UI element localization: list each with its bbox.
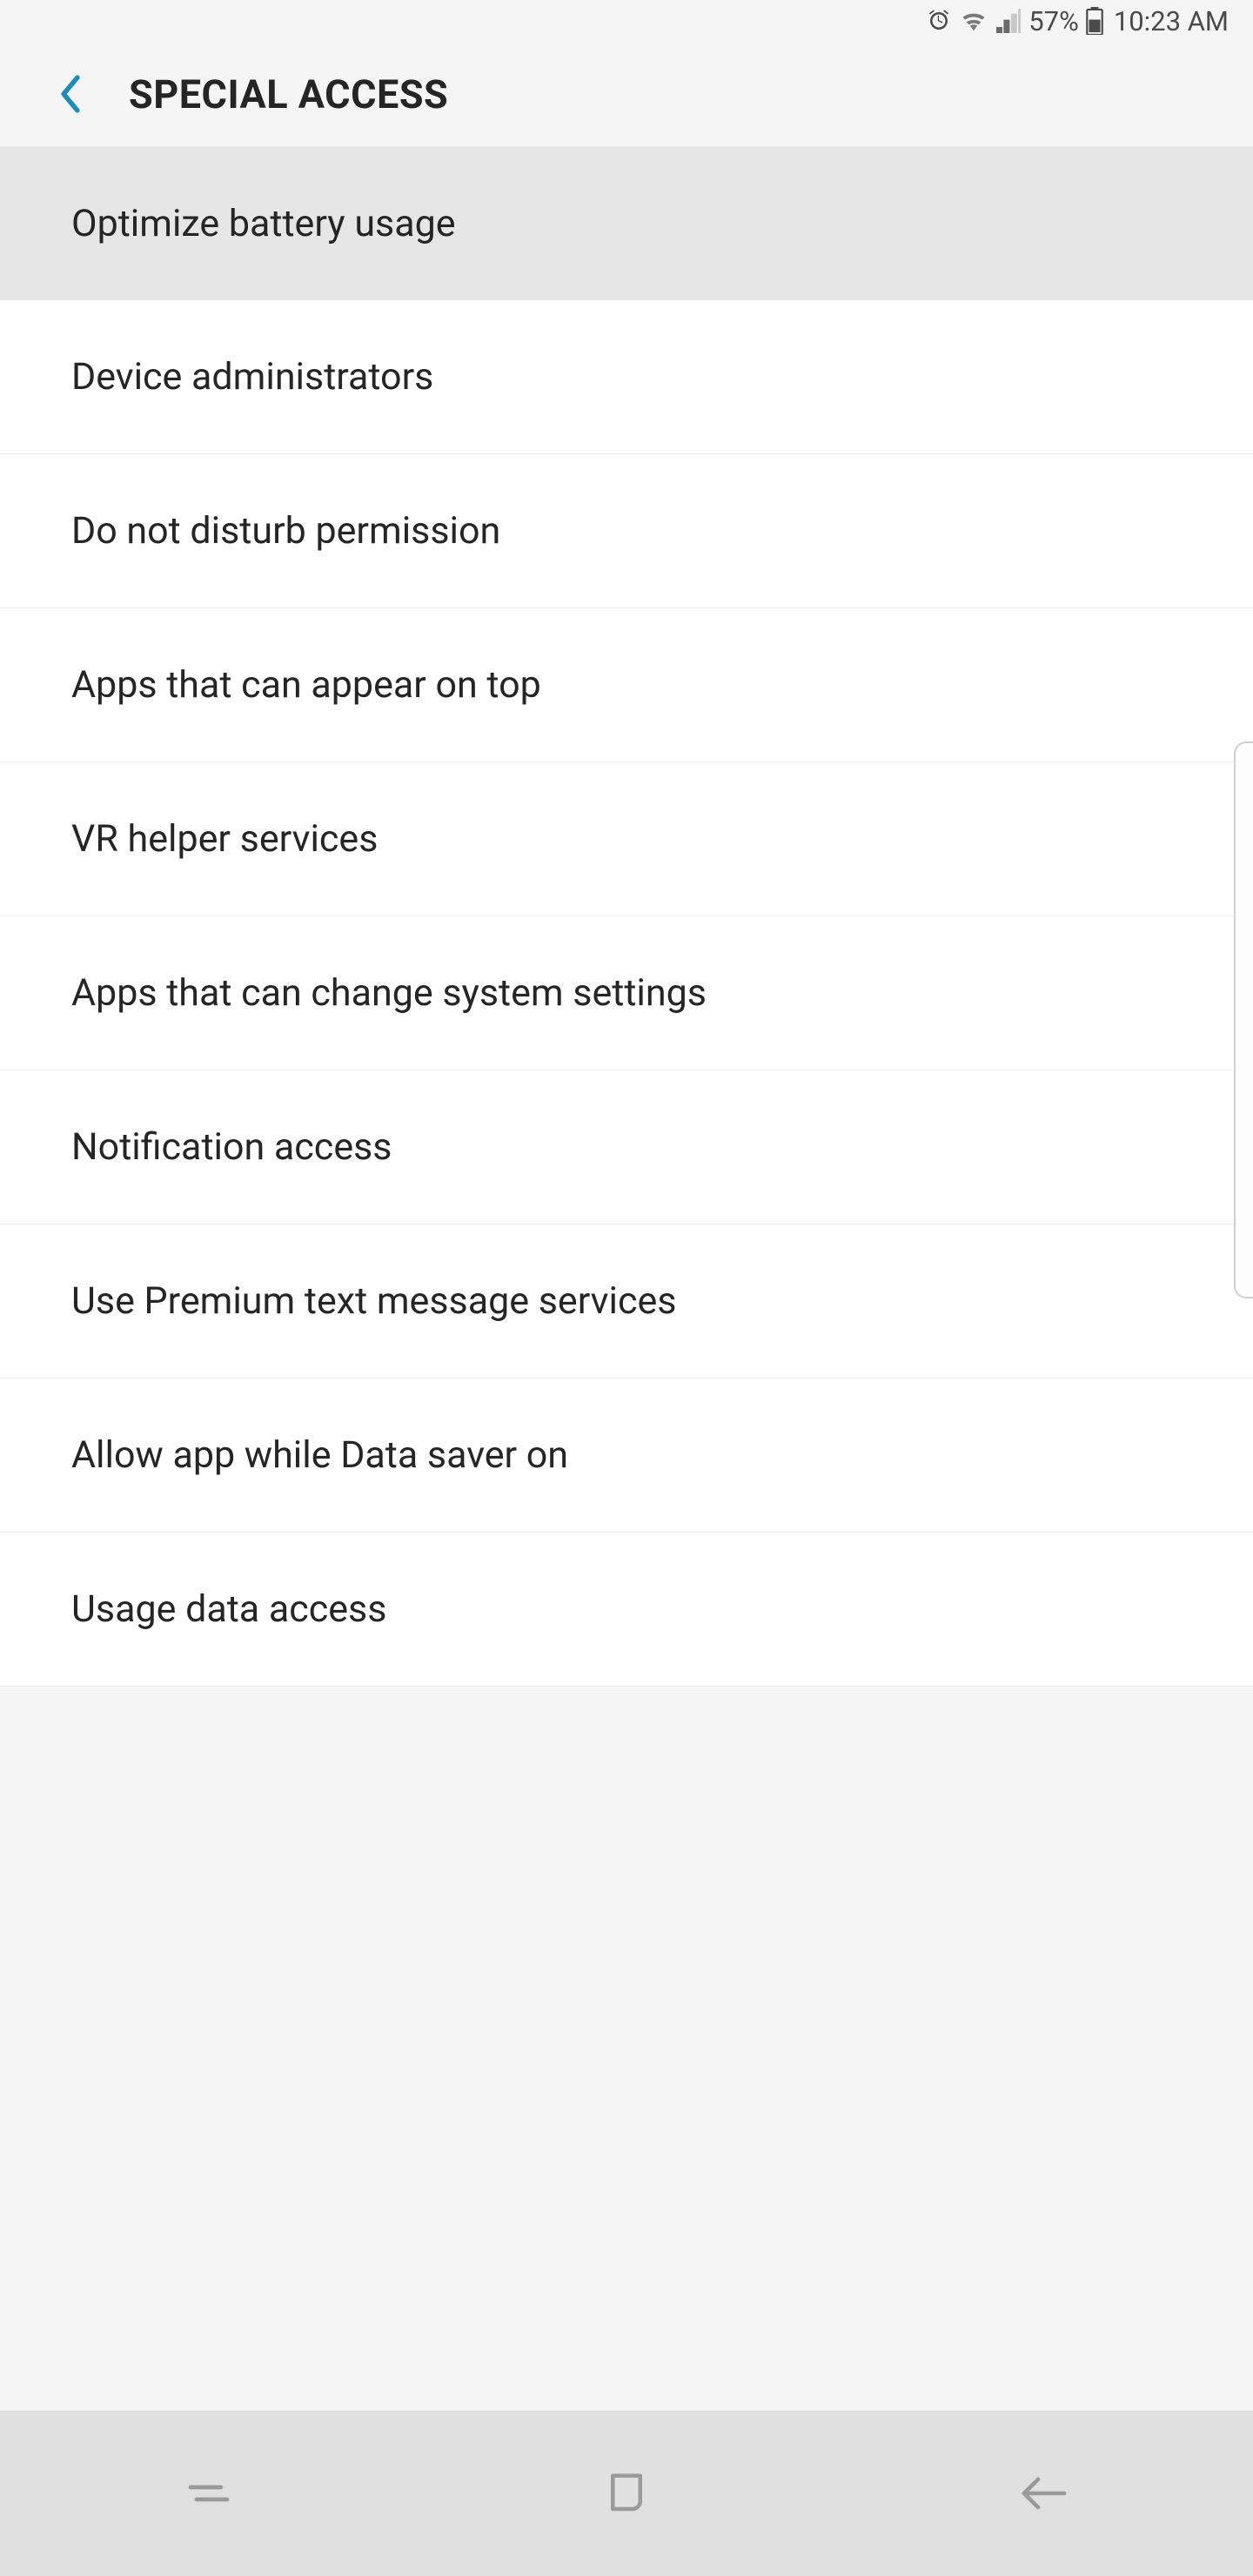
alarm-icon bbox=[926, 8, 952, 34]
list-item-label: VR helper services bbox=[71, 817, 378, 861]
item-notification-access[interactable]: Notification access bbox=[0, 1070, 1253, 1224]
item-usage-data-access[interactable]: Usage data access bbox=[0, 1533, 1253, 1687]
signal-icon bbox=[995, 9, 1022, 33]
app-header: SPECIAL ACCESS bbox=[0, 42, 1253, 146]
list-item-label: Notification access bbox=[71, 1125, 392, 1169]
list-item-label: Optimize battery usage bbox=[71, 202, 456, 245]
item-device-administrators[interactable]: Device administrators bbox=[0, 300, 1253, 454]
list-item-label: Allow app while Data saver on bbox=[71, 1433, 568, 1477]
back-nav-button[interactable] bbox=[914, 2411, 1175, 2576]
scroll-handle[interactable] bbox=[1234, 741, 1253, 1298]
settings-list: Optimize battery usage Device administra… bbox=[0, 146, 1253, 1687]
list-item-label: Apps that can appear on top bbox=[71, 663, 541, 707]
page-title: SPECIAL ACCESS bbox=[129, 71, 448, 117]
home-button[interactable] bbox=[496, 2411, 757, 2576]
list-item-label: Apps that can change system settings bbox=[71, 971, 707, 1015]
back-button[interactable] bbox=[49, 72, 92, 116]
status-bar: 57% 10:23 AM bbox=[0, 0, 1253, 42]
list-item-label: Use Premium text message services bbox=[71, 1279, 676, 1323]
item-do-not-disturb-permission[interactable]: Do not disturb permission bbox=[0, 454, 1253, 608]
item-vr-helper-services[interactable]: VR helper services bbox=[0, 762, 1253, 916]
item-apps-change-system-settings[interactable]: Apps that can change system settings bbox=[0, 916, 1253, 1070]
wifi-icon bbox=[959, 9, 988, 33]
list-item-label: Usage data access bbox=[71, 1587, 386, 1631]
list-item-label: Do not disturb permission bbox=[71, 509, 500, 553]
battery-icon bbox=[1086, 7, 1103, 35]
item-allow-app-data-saver[interactable]: Allow app while Data saver on bbox=[0, 1379, 1253, 1533]
item-premium-text-message[interactable]: Use Premium text message services bbox=[0, 1224, 1253, 1379]
item-apps-appear-on-top[interactable]: Apps that can appear on top bbox=[0, 608, 1253, 762]
recents-button[interactable] bbox=[78, 2411, 339, 2576]
battery-percent: 57% bbox=[1029, 5, 1079, 37]
list-item-label: Device administrators bbox=[71, 355, 433, 399]
status-time: 10:23 AM bbox=[1114, 5, 1229, 37]
item-optimize-battery-usage[interactable]: Optimize battery usage bbox=[0, 146, 1253, 300]
navigation-bar bbox=[0, 2411, 1253, 2576]
